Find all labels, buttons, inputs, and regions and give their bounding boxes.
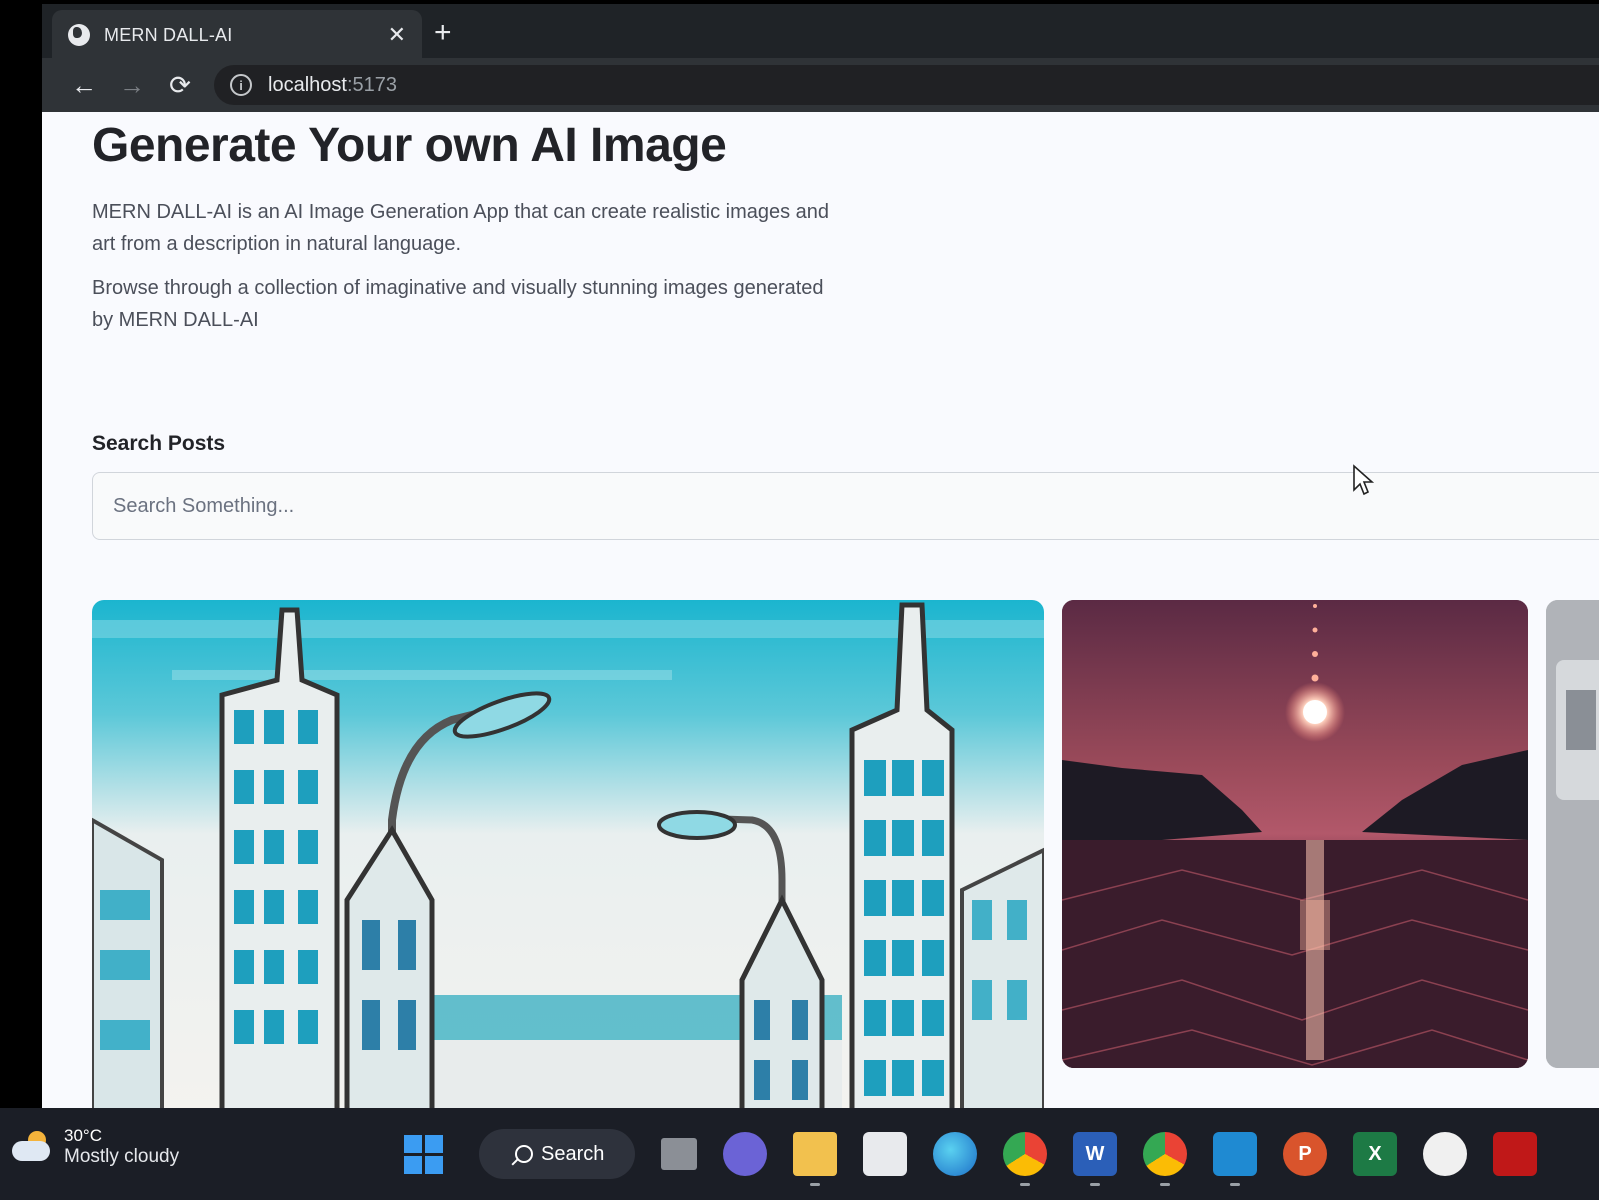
address-bar[interactable]: i localhost:5173 [214, 65, 1599, 105]
page-title: Generate Your own AI Image [92, 119, 727, 172]
description-intro: MERN DALL-AI is an AI Image Generation A… [92, 201, 830, 255]
weather-condition: Mostly cloudy [64, 1146, 180, 1167]
page-content: Generate Your own AI Image MERN DALL-AI … [42, 112, 1599, 1108]
teams-chat-icon[interactable] [723, 1132, 767, 1176]
weather-temperature: 30°C [64, 1126, 102, 1145]
mcafee-icon[interactable] [1493, 1132, 1537, 1176]
mouse-cursor-icon [1353, 464, 1375, 496]
browser-tab-strip: MERN DALL-AI ✕ + [42, 0, 1599, 60]
site-info-icon[interactable]: i [230, 74, 252, 96]
partial-post-image [1546, 600, 1599, 1068]
taskbar-apps: Search W P X [404, 1126, 1563, 1186]
github-desktop-icon[interactable] [1423, 1132, 1467, 1176]
chrome-icon[interactable] [1003, 1132, 1047, 1186]
tab-title: MERN DALL-AI [104, 24, 233, 45]
search-icon [515, 1145, 533, 1163]
word-icon[interactable]: W [1073, 1132, 1117, 1186]
search-label: Search Posts [92, 432, 226, 455]
taskbar-search-label: Search [541, 1142, 605, 1165]
cloudy-weather-icon [12, 1131, 52, 1163]
globe-icon [68, 24, 90, 46]
chrome-profile-icon[interactable] [1143, 1132, 1187, 1186]
post-image-card[interactable] [1062, 600, 1528, 1068]
task-view-icon[interactable] [661, 1138, 697, 1170]
windows-start-icon[interactable] [404, 1134, 443, 1174]
url-host: localhost [268, 73, 347, 96]
vscode-icon[interactable] [1213, 1132, 1257, 1186]
file-explorer-icon[interactable] [793, 1132, 837, 1186]
browser-tab[interactable]: MERN DALL-AI ✕ [52, 10, 422, 60]
taskbar: 30°C Mostly cloudy Search W P X [0, 1108, 1599, 1200]
tab-close-icon[interactable]: ✕ [388, 22, 406, 48]
sunset-water-image [1062, 600, 1528, 1068]
reload-button[interactable]: ⟳ [156, 70, 204, 101]
powerpoint-icon[interactable]: P [1283, 1132, 1327, 1176]
description-browse: Browse through a collection of imaginati… [92, 277, 824, 331]
back-button[interactable]: ← [60, 70, 108, 101]
city-sketch-image [92, 600, 1044, 1108]
browser-toolbar: ← → ⟳ i localhost:5173 [42, 58, 1599, 112]
microsoft-store-icon[interactable] [863, 1132, 907, 1176]
excel-icon[interactable]: X [1353, 1132, 1397, 1176]
weather-widget[interactable]: 30°C Mostly cloudy [12, 1126, 179, 1168]
url-port: :5173 [346, 73, 397, 96]
forward-button[interactable]: → [108, 70, 156, 101]
taskbar-search-button[interactable]: Search [479, 1129, 635, 1179]
edge-browser-icon[interactable] [933, 1132, 977, 1176]
post-image-card[interactable] [92, 600, 1044, 1108]
new-tab-button[interactable]: + [434, 14, 452, 52]
post-image-card[interactable] [1546, 600, 1599, 1068]
